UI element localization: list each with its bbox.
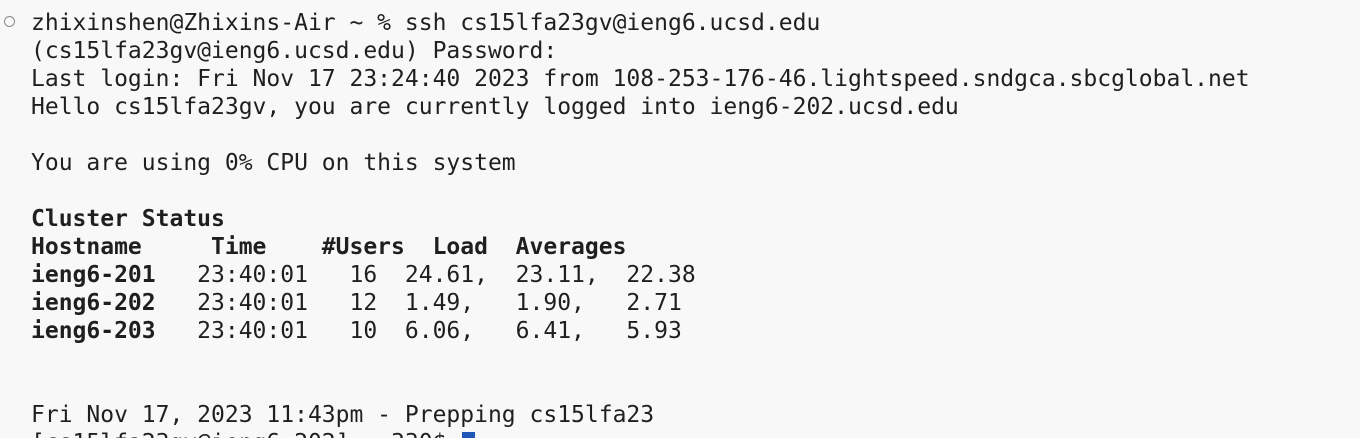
cluster-row-values: 23:40:01 10 6.06, 6.41, 5.93 — [155, 318, 682, 344]
cpu-usage-line: You are using 0% CPU on this system — [31, 150, 516, 176]
ssh-command-line: zhixinshen@Zhixins-Air ~ % ssh cs15lfa23… — [31, 10, 821, 36]
terminal-window[interactable]: zhixinshen@Zhixins-Air ~ % ssh cs15lfa23… — [0, 0, 1360, 438]
cluster-hostname: ieng6-201 — [31, 262, 156, 288]
password-prompt-line: (cs15lfa23gv@ieng6.ucsd.edu) Password: — [31, 38, 558, 64]
last-login-line: Last login: Fri Nov 17 23:24:40 2023 fro… — [31, 66, 1250, 92]
cluster-table-header: Hostname Time #Users Load Averages — [31, 234, 627, 260]
cluster-hostname: ieng6-203 — [31, 318, 156, 344]
cluster-row-values: 23:40:01 12 1.49, 1.90, 2.71 — [155, 290, 682, 316]
shell-prompt-text: [cs15lfa23gv@ieng6-202]:~:330$ — [31, 430, 446, 438]
cluster-row-values: 23:40:01 16 24.61, 23.11, 22.38 — [155, 262, 696, 288]
prompt-marker-icon — [4, 16, 15, 27]
prepping-line: Fri Nov 17, 2023 11:43pm - Prepping cs15… — [31, 402, 655, 428]
cluster-table-row: ieng6-203 23:40:01 10 6.06, 6.41, 5.93 — [31, 317, 682, 345]
text-cursor — [462, 432, 476, 438]
shell-prompt-line[interactable]: [cs15lfa23gv@ieng6-202]:~:330$ — [31, 429, 476, 438]
cluster-table-row: ieng6-201 23:40:01 16 24.61, 23.11, 22.3… — [31, 261, 696, 289]
hello-line: Hello cs15lfa23gv, you are currently log… — [31, 94, 959, 120]
cluster-status-title: Cluster Status — [31, 206, 225, 232]
cluster-table-row: ieng6-202 23:40:01 12 1.49, 1.90, 2.71 — [31, 289, 682, 317]
cluster-hostname: ieng6-202 — [31, 290, 156, 316]
